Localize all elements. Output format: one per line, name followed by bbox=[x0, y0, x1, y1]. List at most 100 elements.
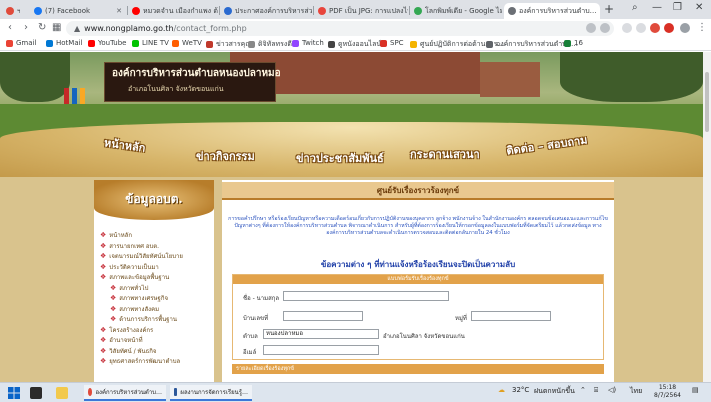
play-icon[interactable] bbox=[636, 23, 646, 33]
weather-text[interactable]: ฝนตกหนักขึ้น bbox=[534, 386, 575, 397]
sidebar-item-label: วิสัยทัศน์ / พันธกิจ bbox=[109, 347, 157, 355]
bullet-icon: ❖ bbox=[100, 252, 107, 261]
pdf-icon bbox=[318, 7, 326, 15]
close-tab-icon[interactable]: ✕ bbox=[113, 7, 122, 15]
bookmark-label: LINE TV bbox=[142, 39, 169, 47]
menu-icon[interactable]: ⋮ bbox=[697, 22, 707, 33]
moo-field[interactable] bbox=[471, 311, 551, 321]
windows-start-icon[interactable] bbox=[8, 387, 20, 399]
site-title: องค์การบริหารส่วนตำบลหนองปลาหมอ bbox=[112, 68, 281, 79]
taskbar-app-browser[interactable]: องค์การบริหารส่วนตำบ… bbox=[84, 385, 166, 401]
sidebar-item[interactable]: ❖ หน้าหลัก bbox=[100, 230, 212, 241]
bookmark-item[interactable]: WeTV bbox=[172, 39, 202, 47]
bookmark-item[interactable]: Gmail bbox=[6, 39, 36, 47]
file-explorer-icon[interactable] bbox=[56, 387, 68, 399]
clock-date: 8/7/2564 bbox=[654, 392, 681, 399]
district-text: อำเภอโนนศิลา จังหวัดขอนแก่น bbox=[383, 333, 465, 340]
nav-home[interactable]: หน้าหลัก bbox=[103, 133, 147, 157]
sidebar-item-label: สารนายกเทศ อบต. bbox=[109, 242, 160, 250]
browser-tab-google[interactable]: โลกพิมพ์เดีย - Google ไม… ✕ bbox=[410, 3, 502, 19]
sidebar-item[interactable]: ❖ ประวัติความเป็นมา bbox=[100, 262, 212, 273]
extension-icon[interactable] bbox=[664, 23, 674, 33]
bookmark-item[interactable]: 16 bbox=[564, 39, 583, 47]
sidebar-item[interactable]: ❖ อำนาจหน้าที่ bbox=[100, 335, 212, 346]
new-tab-button[interactable]: + bbox=[604, 2, 614, 16]
nav-activities[interactable]: ข่าวกิจกรรม bbox=[196, 147, 255, 165]
bookmark-label: YouTube bbox=[98, 39, 127, 47]
profile-avatar[interactable] bbox=[680, 23, 690, 33]
sidebar-item-label: ยุทธศาสตร์การพัฒนาตำบล bbox=[109, 358, 181, 366]
youtube-icon bbox=[132, 7, 140, 15]
show-hidden-icons[interactable]: ⌃ bbox=[580, 386, 586, 394]
task-view-icon[interactable] bbox=[30, 387, 42, 399]
bookmark-item[interactable]: YouTube bbox=[88, 39, 126, 47]
sidebar-item[interactable]: ❖ เจตนารมณ์วิสัยทัศน์นโยบาย bbox=[100, 251, 212, 262]
scrollbar-thumb[interactable] bbox=[705, 72, 709, 132]
browser-toolbar: ‹ › ↻ ▦ ▲ www.nongplamo.go.th/contact_for… bbox=[0, 19, 711, 38]
url-host: www.nongplamo.go.th bbox=[84, 24, 174, 33]
complaint-form: แบบฟอร์มรับเรื่องร้องทุกข์ ชื่อ - นามสกุ… bbox=[232, 274, 604, 360]
grid-icon[interactable]: ▦ bbox=[52, 22, 61, 33]
network-icon[interactable]: ⌸ bbox=[594, 386, 598, 395]
forward-icon[interactable]: › bbox=[24, 22, 28, 33]
adblock-icon[interactable] bbox=[650, 23, 660, 33]
bookmark-label: ดูหนังออนไลน์ bbox=[338, 40, 382, 48]
page-scrollbar[interactable] bbox=[703, 52, 711, 382]
maximize-button[interactable]: ❐ bbox=[673, 2, 682, 13]
clock[interactable]: 15:18 8/7/2564 bbox=[654, 384, 681, 400]
taskbar-app-word[interactable]: ผลงานการจัดการเรียนรู้… bbox=[170, 385, 252, 401]
sidebar-item[interactable]: ❖ สารนายกเทศ อบต. bbox=[100, 241, 212, 252]
weather-temp[interactable]: 32°C bbox=[512, 386, 529, 394]
bookmark-star-icon[interactable] bbox=[600, 23, 610, 33]
tambon-field[interactable]: หนองปลาหมอ bbox=[263, 329, 379, 339]
bookmark-item[interactable]: ข่าวสารคุณ bbox=[206, 39, 252, 50]
bookmark-item[interactable]: ดิจิทัลทรงตี bbox=[248, 39, 292, 50]
bookmark-item[interactable]: Twitch bbox=[292, 39, 324, 47]
close-window-button[interactable]: ✕ bbox=[695, 2, 703, 13]
browser-tab-pdf[interactable]: PDF เป็น JPG: การแปลงไฟ… ✕ bbox=[314, 3, 408, 19]
browser-icon bbox=[88, 388, 93, 396]
language-indicator[interactable]: ไทย bbox=[630, 386, 642, 397]
tab-search-icon[interactable]: ⌕ bbox=[632, 2, 638, 13]
browser-tab-facebook[interactable]: (7) Facebook ✕ bbox=[30, 3, 126, 19]
browser-tab[interactable]: ฯ bbox=[2, 3, 28, 19]
sidebar-item[interactable]: ❖ ยุทธศาสตร์การพัฒนาตำบล bbox=[100, 356, 212, 367]
browser-tab-youtube[interactable]: หมวดจำน เมืองกำแพง ต้นเมล… ✕ bbox=[128, 3, 218, 19]
banner-tree bbox=[560, 52, 703, 102]
sidebar-item[interactable]: ❖ สภาพทางสังคม bbox=[100, 304, 212, 315]
email-label: อีเมล์ bbox=[243, 349, 257, 356]
minimize-button[interactable]: — bbox=[652, 2, 662, 13]
email-field[interactable] bbox=[263, 345, 379, 355]
bookmark-item[interactable]: LINE TV bbox=[132, 39, 169, 47]
sidebar-item[interactable]: ❖ ด้านการบริการพื้นฐาน bbox=[100, 314, 212, 325]
close-tab-icon[interactable]: ✕ bbox=[597, 7, 601, 15]
name-field[interactable] bbox=[283, 291, 449, 301]
share-icon[interactable] bbox=[586, 23, 596, 33]
browser-tab-active[interactable]: องค์การบริหารส่วนตำบ… ✕ bbox=[504, 3, 600, 19]
sidebar-item[interactable]: ❖ วิสัยทัศน์ / พันธกิจ bbox=[100, 346, 212, 357]
house-number-field[interactable] bbox=[283, 311, 363, 321]
warning-icon[interactable]: ▲ bbox=[74, 24, 80, 33]
sidebar-item[interactable]: ❖ สภาพทั่วไป bbox=[100, 283, 212, 294]
weather-icon[interactable]: ☁ bbox=[498, 386, 505, 394]
bookmark-item[interactable]: SPC bbox=[380, 39, 404, 47]
sidebar-item[interactable]: ❖ สภาพทางเศรษฐกิจ bbox=[100, 293, 212, 304]
sidebar-item[interactable]: ❖ สภาพและข้อมูลพื้นฐาน bbox=[100, 272, 212, 283]
back-icon[interactable]: ‹ bbox=[8, 22, 12, 33]
volume-icon[interactable]: ◁) bbox=[608, 386, 616, 394]
bookmark-item[interactable]: ดูหนังออนไลน์ bbox=[328, 39, 381, 50]
reload-icon[interactable]: ↻ bbox=[38, 22, 46, 33]
notification-icon[interactable]: ▤ bbox=[692, 386, 699, 394]
bullet-icon: ❖ bbox=[100, 262, 107, 271]
sidebar-item-label: โครงสร้างองค์กร bbox=[109, 326, 154, 334]
nav-contact[interactable]: ติดต่อ – สอบถาม bbox=[505, 130, 589, 159]
nav-forum[interactable]: กระดานเสวนา bbox=[410, 145, 480, 163]
address-bar[interactable]: ▲ www.nongplamo.go.th/contact_form.php bbox=[66, 21, 614, 36]
nav-public-relations[interactable]: ข่าวประชาสัมพันธ์ bbox=[296, 149, 384, 167]
sidebar-item[interactable]: ❖ โครงสร้างองค์กร bbox=[100, 325, 212, 336]
bookmark-label: Twitch bbox=[302, 39, 324, 47]
bookmark-item[interactable]: HotMail bbox=[46, 39, 83, 47]
bookmark-label: 16 bbox=[574, 39, 583, 47]
extension-icon[interactable] bbox=[622, 23, 632, 33]
browser-tab-announcement[interactable]: ประกาศองค์การบริหารส่วน… ✕ bbox=[220, 3, 312, 19]
